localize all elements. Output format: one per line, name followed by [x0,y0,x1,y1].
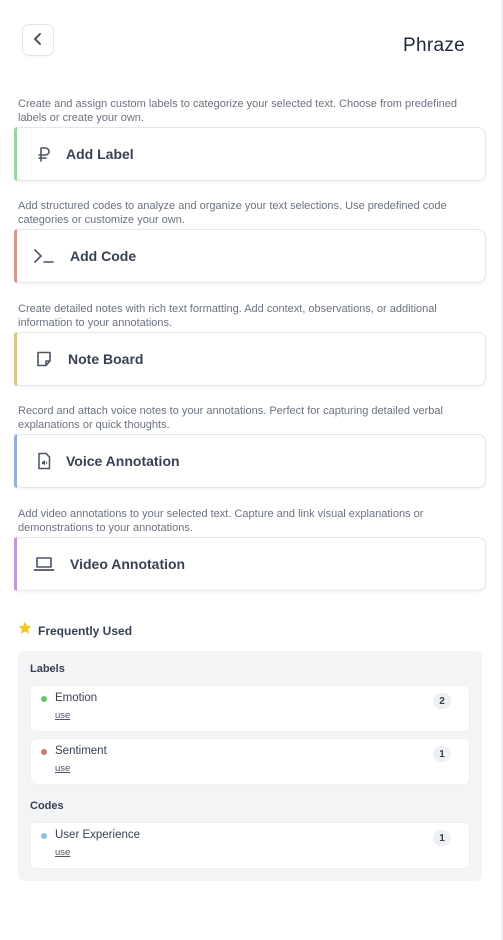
ruble-icon [32,142,56,166]
voice-annotation-button[interactable]: Voice Annotation [14,434,486,488]
add-code-button[interactable]: Add Code [14,229,486,283]
labels-group-title: Labels [30,663,65,675]
color-dot [41,749,47,755]
list-item: Emotion use 2 [30,685,470,732]
add-code-section: Add structured codes to analyze and orga… [14,199,486,283]
voice-annotation-title: Voice Annotation [66,453,180,469]
color-dot [41,833,47,839]
count-badge: 2 [433,693,451,709]
note-board-section: Create detailed notes with rich text for… [14,302,486,386]
use-link[interactable]: use [55,763,70,774]
add-label-button[interactable]: Add Label [14,127,486,181]
add-label-description: Create and assign custom labels to categ… [18,98,458,124]
frequently-used-header: Frequently Used [18,621,132,640]
voice-annotation-description: Record and attach voice notes to your an… [18,405,443,431]
add-label-title: Add Label [66,146,134,162]
add-code-description: Add structured codes to analyze and orga… [18,200,447,226]
back-button[interactable] [22,24,54,56]
color-dot [41,696,47,702]
note-board-description: Create detailed notes with rich text for… [18,303,437,329]
laptop-icon [32,552,56,576]
count-badge: 1 [433,830,451,846]
app-logo: Phraze [402,35,465,56]
frequently-used-title: Frequently Used [38,623,133,638]
video-annotation-section: Add video annotations to your selected t… [14,507,486,591]
list-item: User Experience use 1 [30,822,470,869]
list-item: Sentiment use 1 [30,738,470,785]
note-board-title: Note Board [68,351,144,367]
star-icon [18,621,32,640]
chevron-left-icon [31,32,45,49]
item-name: User Experience [55,829,141,841]
voice-annotation-section: Record and attach voice notes to your an… [14,404,486,488]
item-name: Sentiment [55,745,107,757]
codes-group-title: Codes [30,800,64,812]
add-code-title: Add Code [70,248,137,264]
frequently-used-panel: Labels Emotion use 2 Sentiment use 1 Cod… [18,651,482,881]
use-link[interactable]: use [55,847,70,858]
sticky-note-icon [32,347,56,371]
count-badge: 1 [433,746,451,762]
video-annotation-button[interactable]: Video Annotation [14,537,486,591]
note-board-button[interactable]: Note Board [14,332,486,386]
terminal-icon [32,244,56,268]
item-name: Emotion [55,692,98,704]
add-label-section: Create and assign custom labels to categ… [14,97,486,181]
audio-file-icon [32,449,56,473]
video-annotation-title: Video Annotation [70,556,186,572]
use-link[interactable]: use [55,710,70,721]
video-annotation-description: Add video annotations to your selected t… [18,508,424,534]
